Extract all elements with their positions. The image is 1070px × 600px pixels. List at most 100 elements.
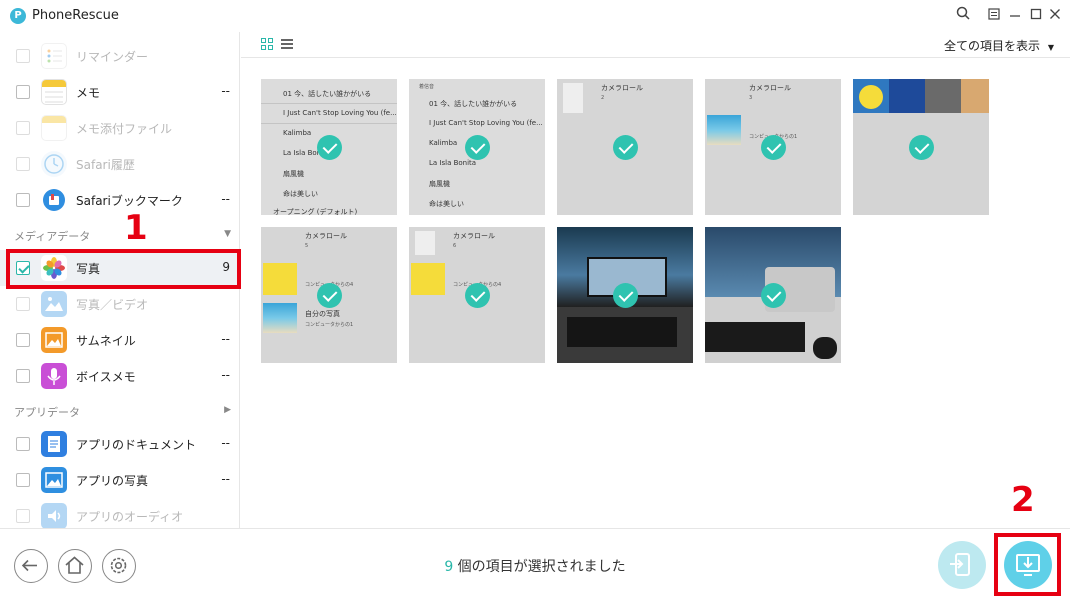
sidebar-item-note-attachments[interactable]: メモ添付ファイル [0,110,239,146]
album-title: カメラロール [453,232,495,240]
sidebar-item-app-photos[interactable]: アプリの写真 -- [0,462,239,498]
photo-thumbnail[interactable]: カメラロール 2 [557,79,693,215]
sidebar-item-label: サムネイル [76,334,136,348]
music-line: 命は美しい [283,190,318,198]
photo-thumbnail[interactable] [557,227,693,363]
beach-image [707,115,741,145]
checkmark-icon [465,283,490,308]
reminders-icon [41,43,67,69]
search-icon[interactable] [953,6,973,26]
sidebar-item-label: リマインダー [76,50,149,64]
sidebar-item-voice-memos[interactable]: ボイスメモ -- [0,358,239,394]
pet-image [961,79,989,113]
music-line: 扇風機 [283,170,304,178]
step-number-1: 1 [124,208,148,248]
content-toolbar: 全ての項目を表示 ▼ [241,32,1070,58]
app-logo: P [10,8,26,24]
checkbox[interactable] [16,157,30,171]
photo-thumbnail[interactable] [705,227,841,363]
checkbox[interactable] [16,333,30,347]
checkmark-icon [613,135,638,160]
checkbox[interactable] [16,509,30,523]
grid-view-icon[interactable] [261,38,273,50]
photo-thumbnail[interactable]: カメラロール 5 コンピュータからの4 自分の写真 コンピュータからの1 [261,227,397,363]
section-header-apps: アプリデータ [14,406,80,419]
sidebar-item-reminders[interactable]: リマインダー [0,38,239,74]
checkmark-icon [317,135,342,160]
item-count: -- [221,472,230,486]
chevron-right-icon[interactable]: ▶ [224,405,231,415]
checkbox[interactable] [16,49,30,63]
photo-thumbnail[interactable]: カメラロール 6 コンピュータからの4 [409,227,545,363]
album-count: 6 [453,243,457,249]
sidebar-item-label: 写真／ビデオ [76,298,149,312]
app-window: P PhoneRescue リマインダー メモ -- メモ添付ファイル Safa… [0,0,1070,600]
sidebar-item-photo-video[interactable]: 写真／ビデオ [0,286,239,322]
checkbox[interactable] [16,369,30,383]
sidebar-item-label: メモ添付ファイル [76,122,173,136]
close-icon[interactable] [1045,6,1065,26]
app-photo-icon [41,467,67,493]
highlight-box-photos [6,249,241,289]
photo-thumbnail[interactable] [853,79,989,215]
photo-thumbnail[interactable]: カメラロール 3 コンピュータからの1 [705,79,841,215]
album-count: 2 [601,95,605,101]
music-line: オープニング (デフォルト) [273,208,358,215]
sidebar-item-label: アプリの写真 [76,474,149,488]
menu-icon[interactable] [984,6,1004,26]
highlight-box-recover [994,533,1061,596]
sidebar-item-thumbnails[interactable]: サムネイル -- [0,322,239,358]
checkmark-icon [761,135,786,160]
chevron-down-icon[interactable]: ▼ [224,229,231,239]
checkbox[interactable] [16,437,30,451]
list-view-icon[interactable] [281,38,293,50]
album-title: カメラロール [305,232,347,240]
keyboard-image [567,317,677,347]
sidebar-item-notes[interactable]: メモ -- [0,74,239,110]
music-line: 命は美しい [429,200,464,208]
checkbox[interactable] [16,121,30,135]
thumbnail-icon [41,327,67,353]
music-line: La Isla Bonita [429,159,477,167]
photo-thumbnail[interactable]: 着信音 01 今、話したい誰かがいる I Just Can't Stop Lov… [409,79,545,215]
sidebar-item-label: Safariブックマーク [76,194,183,208]
checkbox[interactable] [16,297,30,311]
sidebar-item-safari-history[interactable]: Safari履歴 [0,146,239,182]
cartoon-image [263,263,297,295]
item-count: -- [221,84,230,98]
checkbox[interactable] [16,473,30,487]
app-title: PhoneRescue [32,8,119,23]
checkmark-icon [909,135,934,160]
sidebar-item-app-documents[interactable]: アプリのドキュメント -- [0,426,239,462]
album-title: カメラロール [601,84,643,92]
selection-status: 9 個の項目が選択されました [0,556,1070,576]
microphone-icon [41,363,67,389]
music-line: 01 今、話したい誰かがいる [283,90,372,98]
recover-to-device-button[interactable] [938,541,986,589]
sidebar-item-app-audio[interactable]: アプリのオーディオ [0,498,239,528]
sidebar-item-safari-bookmarks[interactable]: Safariブックマーク -- [0,182,239,218]
checkbox[interactable] [16,85,30,99]
note-attachment-icon [41,115,67,141]
filter-label: 全ての項目を表示 [944,39,1041,53]
maximize-icon[interactable] [1026,6,1046,26]
sidebar-item-label: メモ [76,86,101,100]
notes-icon [41,79,67,105]
sidebar-item-label: アプリのオーディオ [76,510,184,524]
beach-image [263,303,297,333]
photo-thumbnail[interactable]: 01 今、話したい誰かがいる I Just Can't Stop Loving … [261,79,397,215]
mini-screen-image [415,231,435,255]
filter-dropdown[interactable]: 全ての項目を表示 ▼ [944,37,1054,54]
music-line: I Just Can't Stop Loving You (fe... [429,119,543,127]
bottom-bar: 9 個の項目が選択されました [0,528,1070,600]
title-bar: P PhoneRescue [0,0,1070,32]
checkbox[interactable] [16,193,30,207]
checkmark-icon [761,283,786,308]
cartoon-image [853,79,889,113]
keyboard-image [705,322,805,352]
section-header-media: メディアデータ [14,230,91,243]
music-line: I Just Can't Stop Loving You (fe... [283,109,397,117]
minimize-icon[interactable] [1005,6,1025,26]
poster-image [889,79,925,113]
app-audio-icon [41,503,67,528]
